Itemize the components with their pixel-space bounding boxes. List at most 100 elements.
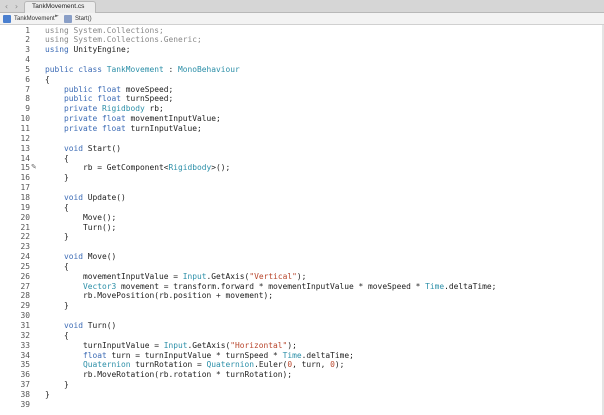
line-number: 6 — [25, 74, 30, 84]
code-token: private float — [64, 114, 126, 124]
code-line[interactable]: 4 — [0, 55, 604, 65]
code-line[interactable]: 17 — [0, 183, 604, 193]
code-line[interactable]: 15 ✎ rb = GetComponent<Rigidbody>(); — [0, 163, 604, 173]
code-line[interactable]: 35 Quaternion turnRotation = Quaternion.… — [0, 360, 604, 370]
code-line[interactable]: 26 movementInputValue = Input.GetAxis("V… — [0, 272, 604, 282]
code-token: turnInputValue; — [125, 124, 202, 133]
code-line[interactable]: 34 float turn = turnInputValue * turnSpe… — [0, 351, 604, 361]
line-number: 10 — [20, 114, 30, 124]
line-number: 38 — [20, 389, 30, 399]
code-line[interactable]: 36 rb.MoveRotation(rb.rotation * turnRot… — [0, 370, 604, 380]
method-icon — [64, 15, 72, 23]
line-number: 20 — [20, 212, 30, 222]
line-number: 21 — [20, 222, 30, 232]
code-text: void Update() — [45, 193, 126, 203]
chevron-left-icon[interactable]: ‹ — [2, 0, 11, 13]
code-text: private float turnInputValue; — [45, 124, 202, 134]
code-line[interactable]: 39 — [0, 400, 604, 410]
line-number: 29 — [20, 301, 30, 311]
breadcrumb-file[interactable]: TankMovement — [3, 13, 55, 25]
code-editor[interactable]: 1 using System.Collections; 2 using System.… — [0, 25, 604, 415]
code-text: using UnityEngine; — [45, 45, 131, 55]
line-number: 18 — [20, 192, 30, 202]
line-number: 39 — [20, 399, 30, 409]
code-line[interactable]: 11 private float turnInputValue; — [0, 124, 604, 134]
code-line[interactable]: 7 public float moveSpeed; — [0, 85, 604, 95]
line-number: 25 — [20, 261, 30, 271]
code-line[interactable]: 13 void Start() — [0, 144, 604, 154]
code-line[interactable]: 23 — [0, 242, 604, 252]
code-token: "Horizontal" — [230, 340, 288, 350]
code-token: .deltaTime; — [444, 281, 497, 291]
code-line[interactable]: 9 private Rigidbody rb; — [0, 104, 604, 114]
code-line[interactable]: 18 void Update() — [0, 193, 604, 203]
code-text: movementInputValue = Input.GetAxis("Vert… — [45, 272, 306, 282]
line-number: 26 — [20, 271, 30, 281]
code-line[interactable]: 6{ — [0, 75, 604, 85]
code-line[interactable]: 16 } — [0, 173, 604, 183]
code-line[interactable]: 20 Move(); — [0, 213, 604, 223]
code-line[interactable]: 12 — [0, 134, 604, 144]
tab-bar: ‹ › TankMovement.cs — [0, 0, 604, 13]
code-line[interactable]: 14 { — [0, 154, 604, 164]
code-text: void Turn() — [45, 321, 116, 331]
code-token: using — [45, 45, 69, 55]
code-line[interactable]: 8 public float turnSpeed; — [0, 94, 604, 104]
code-line[interactable]: 21 Turn(); — [0, 223, 604, 233]
chevron-right-icon[interactable]: › — [12, 0, 21, 13]
code-line[interactable]: 38} — [0, 390, 604, 400]
line-number: 17 — [20, 183, 30, 193]
line-number: 12 — [20, 133, 30, 143]
line-number: 3 — [25, 45, 30, 55]
line-number: 22 — [20, 232, 30, 242]
code-text: Turn(); — [45, 223, 116, 233]
code-text: { — [45, 203, 69, 213]
code-token: "Vertical" — [249, 271, 297, 281]
code-line[interactable]: 22 } — [0, 232, 604, 242]
code-line[interactable]: 28 rb.MovePosition(rb.position + movemen… — [0, 291, 604, 301]
code-line[interactable]: 10 private float movementInputValue; — [0, 114, 604, 124]
code-token: public float — [64, 94, 122, 104]
code-line[interactable]: 30 — [0, 311, 604, 321]
code-line[interactable]: 27 Vector3 movement = transform.forward … — [0, 282, 604, 292]
code-token: turnRotation = — [130, 360, 207, 370]
code-line[interactable]: 19 { — [0, 203, 604, 213]
code-text: } — [45, 380, 69, 390]
code-text: } — [45, 390, 50, 400]
line-number: 16 — [20, 173, 30, 183]
code-token: TankMovement — [106, 64, 164, 74]
code-token: .Euler( — [254, 360, 288, 370]
code-line[interactable]: 33 turnInputValue = Input.GetAxis("Horiz… — [0, 341, 604, 351]
line-number: 35 — [20, 360, 30, 370]
breadcrumb-method[interactable]: Start() — [64, 13, 92, 25]
code-token: Quaternion — [206, 360, 255, 370]
tab-tankmovement[interactable]: TankMovement.cs — [24, 1, 96, 13]
code-line[interactable]: 24 void Move() — [0, 252, 604, 262]
code-token: } — [45, 389, 50, 399]
code-line[interactable]: 31 void Turn() — [0, 321, 604, 331]
code-line[interactable]: 5 public class TankMovement : MonoBehavio… — [0, 65, 604, 75]
code-token: void — [64, 192, 84, 202]
code-line[interactable]: 2 using System.Collections.Generic; — [0, 35, 604, 45]
line-number: 31 — [20, 321, 30, 330]
code-token: .GetAxis( — [206, 271, 250, 281]
line-number: 32 — [20, 330, 30, 340]
code-line[interactable]: 37 } — [0, 380, 604, 390]
code-line[interactable]: 25 { — [0, 262, 604, 272]
code-line[interactable]: 32 { — [0, 331, 604, 341]
code-text: rb.MoveRotation(rb.rotation * turnRotati… — [45, 370, 292, 380]
code-text: } — [45, 301, 69, 311]
code-line[interactable]: 29 } — [0, 301, 604, 311]
code-line[interactable]: 3 using UnityEngine; — [0, 45, 604, 55]
code-token: { — [45, 74, 50, 84]
code-token: ); — [296, 271, 307, 281]
code-line[interactable]: 1 using System.Collections; — [0, 26, 604, 36]
code-token: public float — [64, 84, 122, 94]
line-number: 36 — [20, 370, 30, 380]
code-text: public float moveSpeed; — [45, 85, 173, 95]
